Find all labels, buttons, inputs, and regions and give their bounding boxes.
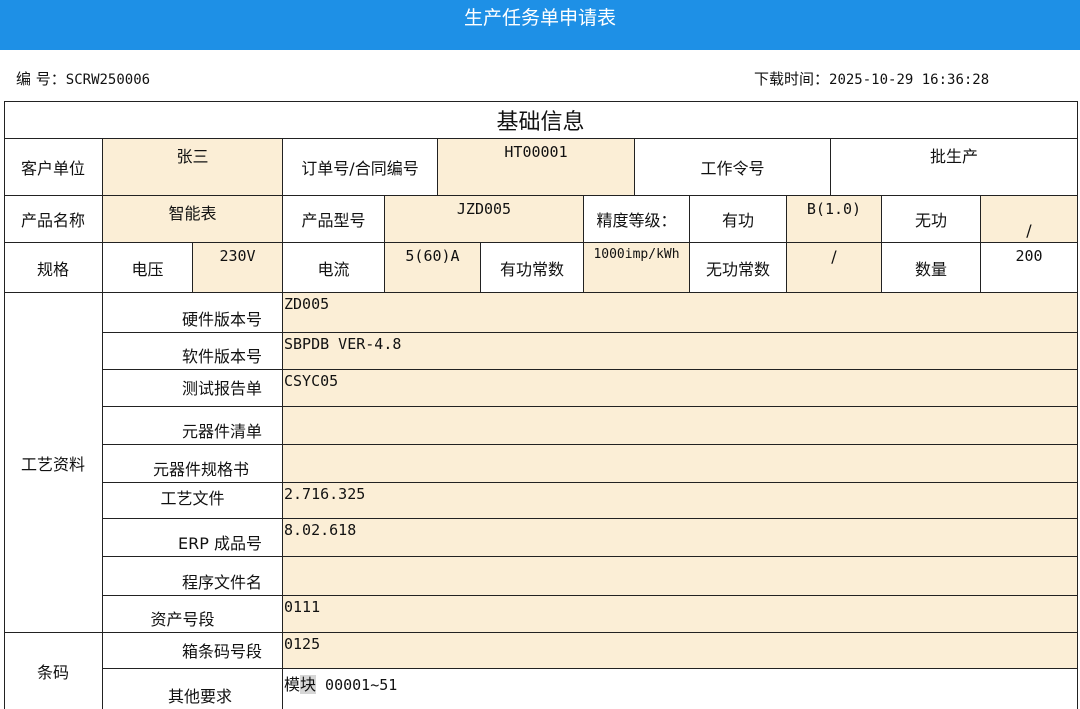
- product-model-label: 产品型号: [283, 196, 385, 243]
- form-number-value: SCRW250006: [65, 72, 151, 88]
- asset-range-label: 资产号段: [103, 596, 283, 633]
- reactive-const-value: /: [787, 243, 882, 293]
- product-model-value: JZD005: [385, 196, 584, 243]
- software-version-label: 软件版本号: [103, 333, 283, 370]
- current-label: 电流: [283, 243, 385, 293]
- program-file-label: 程序文件名: [103, 557, 283, 596]
- box-barcode-value: 0125: [283, 633, 1078, 669]
- process-doc-value: 2.716.325: [283, 483, 1078, 519]
- voltage-value: 230V: [193, 243, 283, 293]
- product-name-label: 产品名称: [4, 196, 103, 243]
- current-value: 5(60)A: [385, 243, 481, 293]
- box-barcode-label: 箱条码号段: [103, 633, 283, 669]
- download-time-value: 2025-10-29 16:36:28: [829, 72, 990, 88]
- section-basic-info: 基础信息: [4, 101, 1078, 139]
- title-bar: 生产任务单申请表: [0, 0, 1080, 50]
- other-requirements-prefix: 模: [284, 675, 301, 694]
- process-doc-label: 工艺文件: [103, 483, 283, 519]
- form-number-label: 编 号：: [16, 70, 66, 88]
- active-const-value: 1000imp/kWh: [584, 243, 690, 293]
- reactive-label: 无功: [882, 196, 981, 243]
- other-requirements-label: 其他要求: [103, 669, 283, 709]
- hardware-version-value: ZD005: [283, 293, 1078, 333]
- active-const-label: 有功常数: [481, 243, 584, 293]
- software-version-value: SBPDB VER-4.8: [283, 333, 1078, 370]
- reactive-accuracy-value: /: [981, 196, 1078, 243]
- qty-value: 200: [981, 243, 1078, 293]
- other-requirements-field[interactable]: 模块 00001~51: [283, 669, 1078, 709]
- customer-value: 张三: [103, 139, 283, 196]
- test-report-value: CSYC05: [283, 370, 1078, 407]
- order-value: HT00001: [438, 139, 635, 196]
- other-requirements-suffix: 00001~51: [316, 676, 398, 694]
- active-accuracy-value: B(1.0): [787, 196, 882, 243]
- erp-product-value: 8.02.618: [283, 519, 1078, 557]
- customer-label: 客户单位: [4, 139, 103, 196]
- component-list-value: [283, 407, 1078, 445]
- download-time: 下载时间：2025-10-29 16:36:28: [754, 68, 989, 89]
- erp-product-label: ERP 成品号: [103, 519, 283, 557]
- spec-label: 规格: [4, 243, 103, 293]
- voltage-label: 电压: [103, 243, 193, 293]
- active-label: 有功: [690, 196, 787, 243]
- component-spec-label: 元器件规格书: [103, 445, 283, 483]
- test-report-label: 测试报告单: [103, 370, 283, 407]
- accuracy-label: 精度等级：: [584, 196, 690, 243]
- barcode-section-label: 条码: [4, 633, 103, 709]
- download-time-label: 下载时间：: [754, 70, 830, 88]
- reactive-const-label: 无功常数: [690, 243, 787, 293]
- qty-label: 数量: [882, 243, 981, 293]
- form-title: 生产任务单申请表: [463, 7, 616, 29]
- text-selection-highlight: 块: [300, 675, 317, 694]
- work-order-label: 工作令号: [635, 139, 831, 196]
- order-label: 订单号/合同编号: [283, 139, 438, 196]
- product-name-value: 智能表: [103, 196, 283, 243]
- process-section-label: 工艺资料: [4, 293, 103, 633]
- component-list-label: 元器件清单: [103, 407, 283, 445]
- form-number: 编 号：SCRW250006: [16, 68, 150, 89]
- program-file-value: [283, 557, 1078, 596]
- component-spec-value: [283, 445, 1078, 483]
- hardware-version-label: 硬件版本号: [103, 293, 283, 333]
- work-order-value: 批生产: [831, 139, 1078, 196]
- asset-range-value: 0111: [283, 596, 1078, 633]
